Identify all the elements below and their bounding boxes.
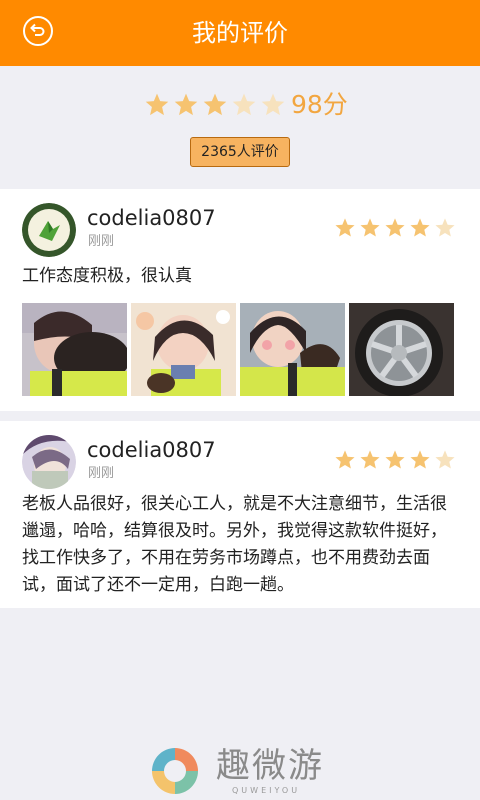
top-bar: 我的评价 (0, 0, 480, 66)
star-empty-icon (261, 93, 285, 116)
review-photo[interactable] (131, 303, 236, 396)
star-empty-icon (435, 450, 455, 469)
logo-text: 趣微游 (216, 746, 324, 786)
star-filled-icon (385, 218, 405, 237)
review-photos (22, 303, 454, 396)
logo-mark-icon (152, 748, 198, 794)
star-filled-icon (410, 450, 430, 469)
review-count-badge: 2365人评价 (190, 137, 290, 167)
star-filled-icon (174, 93, 198, 116)
review-username: codelia0807 (87, 206, 216, 230)
review-username: codelia0807 (87, 438, 216, 462)
review-comment: 老板人品很好，很关心工人，就是不大注意细节，生活很邋遢，哈哈，结算很及时。另外，… (22, 494, 447, 595)
star-filled-icon (203, 93, 227, 116)
star-filled-icon (410, 218, 430, 237)
star-filled-icon (360, 218, 380, 237)
review-comment: 工作态度积极，很认真 (22, 266, 192, 286)
star-filled-icon (335, 218, 355, 237)
review-photo[interactable] (349, 303, 454, 396)
star-filled-icon (335, 450, 355, 469)
review-time: 刚刚 (88, 234, 115, 249)
page-title: 我的评价 (192, 19, 288, 47)
star-filled-icon (145, 93, 169, 116)
review-photo[interactable] (240, 303, 345, 396)
star-filled-icon (385, 450, 405, 469)
review-star-rating (334, 449, 456, 471)
logo-subtitle: QUWEIYOU (232, 786, 301, 795)
review-photo[interactable] (22, 303, 127, 396)
avatar[interactable] (22, 435, 76, 489)
star-filled-icon (360, 450, 380, 469)
summary-star-rating (144, 92, 286, 118)
star-empty-icon (435, 218, 455, 237)
app-logo: 趣微游 QUWEIYOU (146, 742, 336, 800)
summary-score: 98分 (291, 90, 348, 119)
review-card: codelia0807 刚刚 老板人品很好，很关心工人，就是不大注意细节，生活很… (0, 421, 480, 608)
avatar[interactable] (22, 203, 76, 257)
rating-summary (0, 66, 480, 188)
review-star-rating (334, 217, 456, 239)
review-card: codelia0807 刚刚 工作态度积极，很认真 (0, 189, 480, 411)
star-empty-icon (232, 93, 256, 116)
review-time: 刚刚 (88, 466, 115, 481)
